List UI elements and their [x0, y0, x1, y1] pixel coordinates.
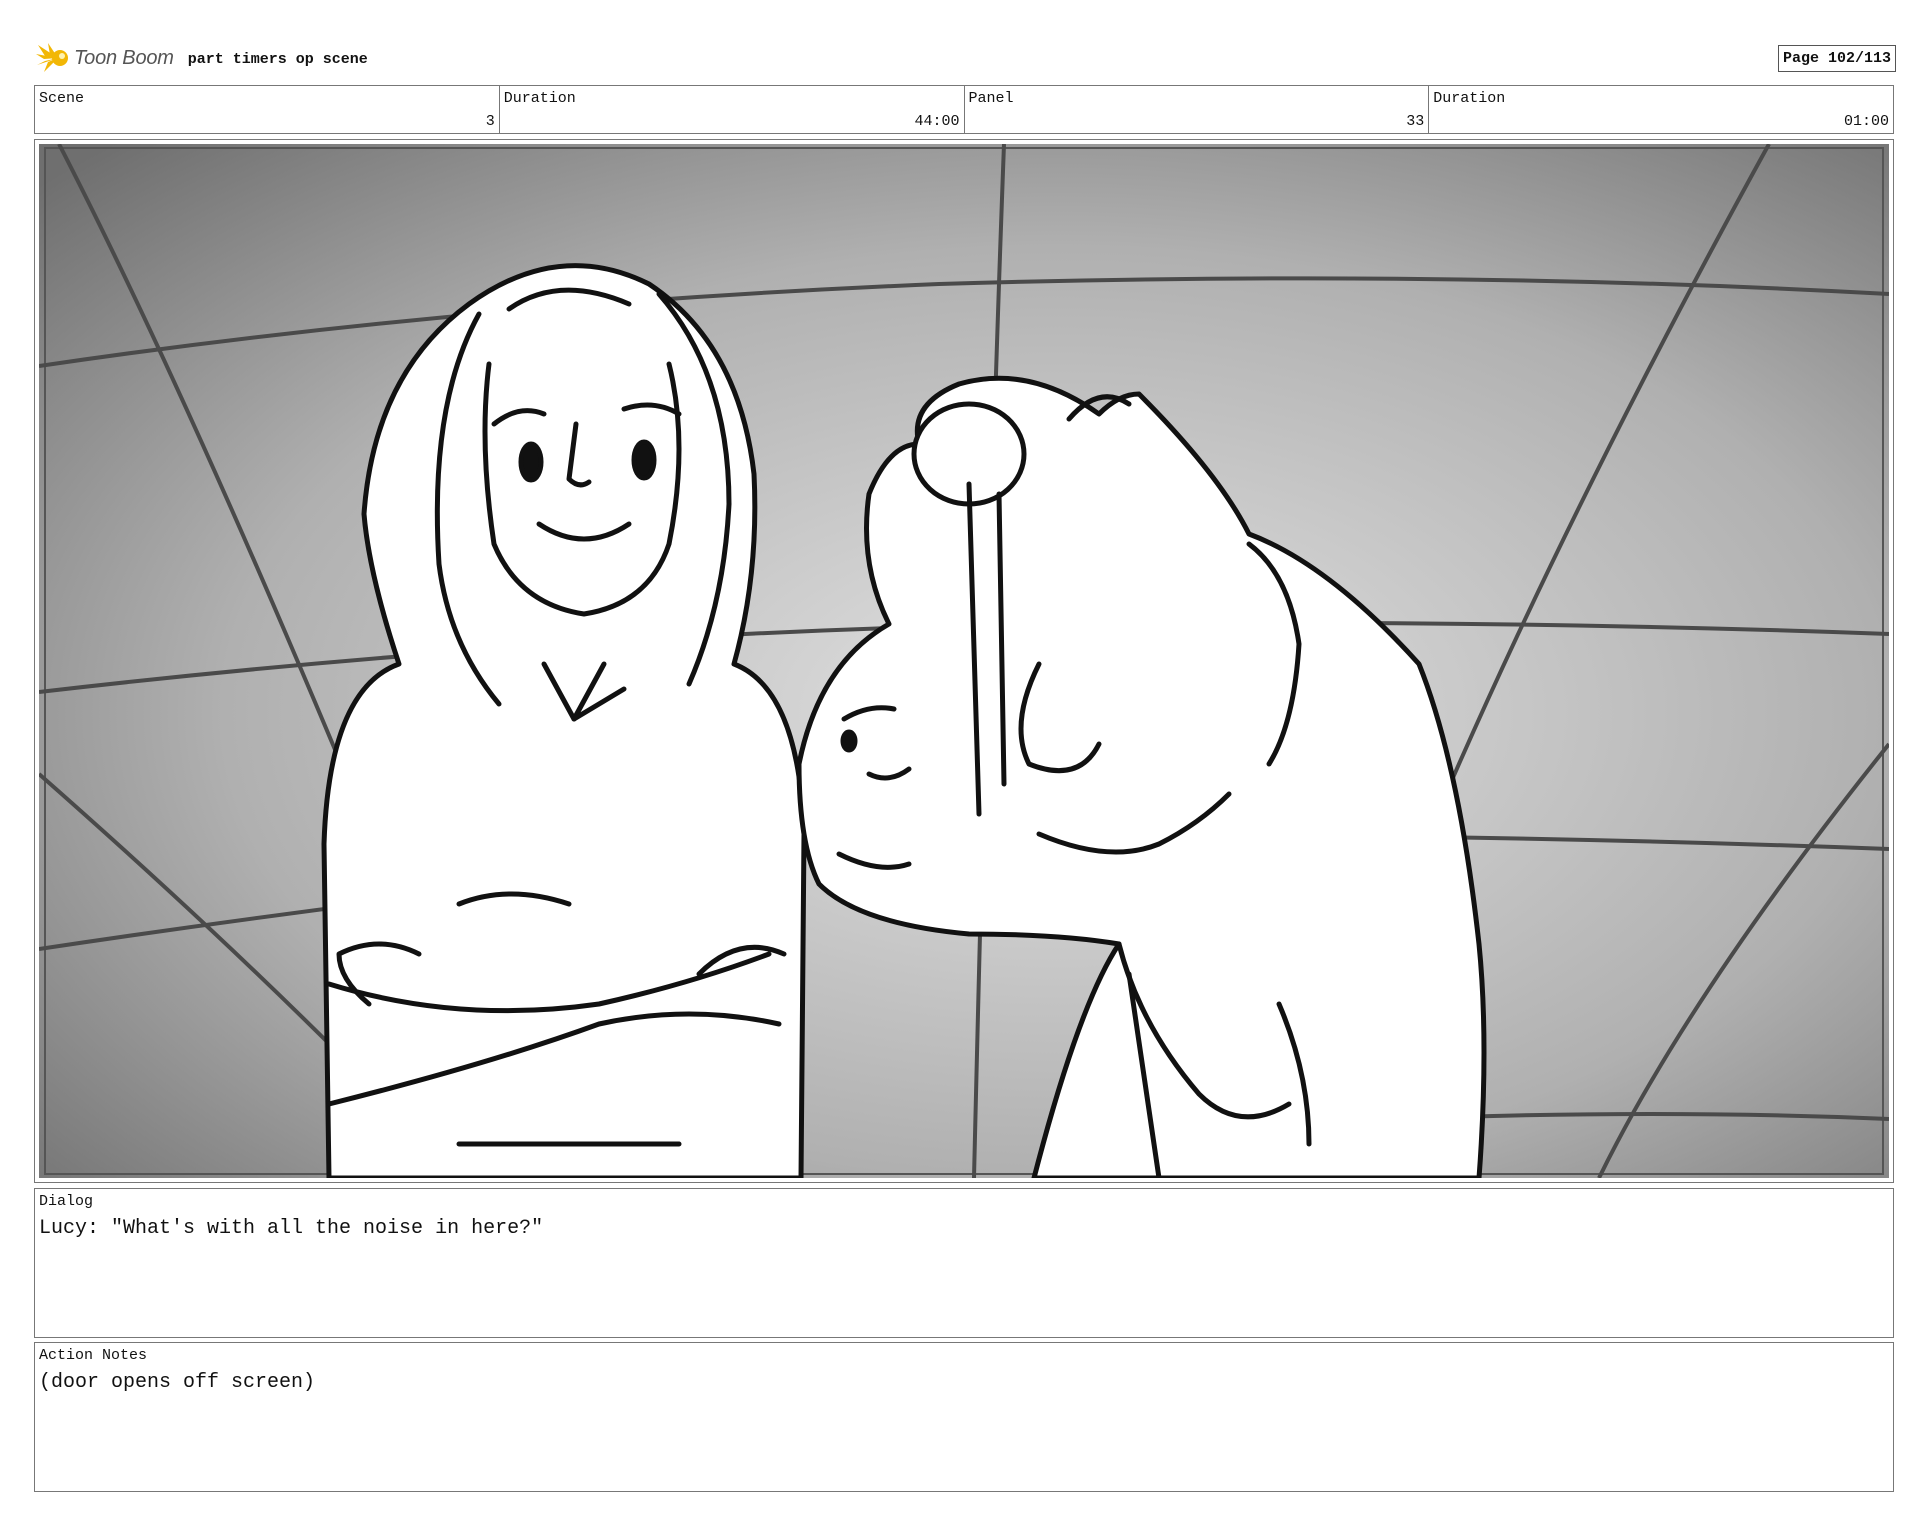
panel-duration-cell: Duration 01:00 [1429, 86, 1893, 133]
panel-value: 33 [1406, 113, 1425, 130]
dialog-text: Lucy: "What's with all the noise in here… [39, 1217, 544, 1240]
page-header: Toon Boom part timers op scene [36, 40, 368, 76]
dialog-label: Dialog [39, 1193, 94, 1210]
project-title: part timers op scene [187, 50, 368, 68]
page-number: Page 102/113 [1777, 45, 1896, 72]
scene-label: Scene [39, 90, 85, 107]
info-row: Scene 3 Duration 44:00 Panel 33 Duration… [34, 85, 1894, 134]
scene-cell: Scene 3 [35, 86, 500, 133]
panel-cell: Panel 33 [965, 86, 1430, 133]
action-notes-box: Action Notes (door opens off screen) [34, 1342, 1894, 1492]
toon-boom-logo: Toon Boom [36, 41, 174, 75]
panel-image [39, 144, 1889, 1178]
logo-text: Toon Boom [74, 46, 174, 69]
panel-duration-value: 01:00 [1843, 113, 1889, 130]
scene-duration-label: Duration [503, 90, 576, 107]
scene-value: 3 [485, 113, 495, 130]
scene-duration-value: 44:00 [914, 113, 960, 130]
left-character [321, 263, 807, 1178]
dialog-box: Dialog Lucy: "What's with all the noise … [34, 1188, 1894, 1338]
storyboard-panel [34, 139, 1894, 1183]
scene-duration-cell: Duration 44:00 [500, 86, 965, 133]
panel-duration-label: Duration [1433, 90, 1506, 107]
action-notes-text: (door opens off screen) [39, 1371, 316, 1394]
starburst-logo-icon [36, 43, 68, 72]
panel-label: Panel [968, 90, 1014, 107]
action-notes-label: Action Notes [39, 1347, 148, 1364]
storyboard-sketch-image [39, 144, 1889, 1178]
